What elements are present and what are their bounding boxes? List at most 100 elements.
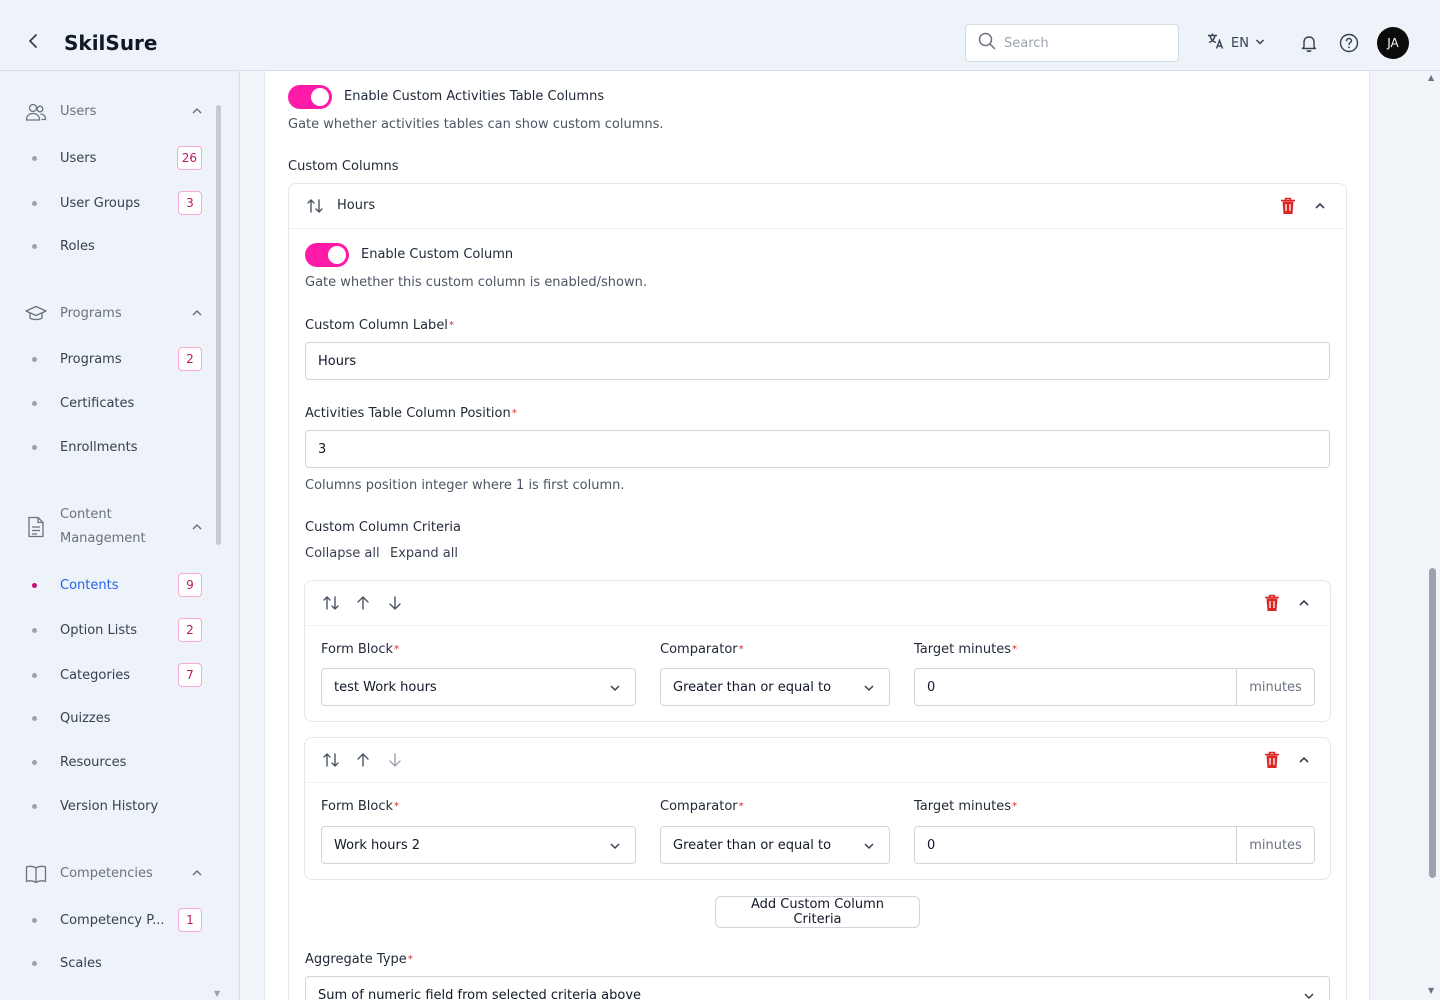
comparator-select[interactable]: Greater than or equal to — [660, 668, 890, 706]
form-block-select[interactable]: Work hours 2 — [321, 826, 636, 864]
comparator-label: Comparator* — [660, 798, 744, 816]
input-value: 0 — [927, 837, 936, 853]
app-title: SkilSure — [64, 31, 158, 55]
sidebar-group-label: Programs — [60, 306, 122, 321]
sidebar-item-competency-profiles[interactable]: Competency P... 1 — [32, 908, 204, 932]
trash-icon[interactable] — [1278, 196, 1298, 216]
expand-all-button[interactable]: Expand all — [390, 546, 458, 561]
sidebar-item-certificates[interactable]: Certificates — [32, 391, 204, 415]
sidebar-scrollbar[interactable] — [216, 105, 221, 545]
arrow-down-icon[interactable] — [385, 593, 405, 613]
column-position-input[interactable]: 3 — [305, 430, 1330, 468]
field-label-text: Custom Column Label — [305, 318, 448, 333]
target-minutes-label: Target minutes* — [914, 641, 1017, 659]
help-icon[interactable] — [1337, 31, 1361, 55]
page-scrollbar[interactable]: ▲ ▼ — [1425, 71, 1440, 1000]
sidebar-item-contents[interactable]: Contents 9 — [32, 573, 204, 597]
custom-column-header: Hours — [289, 184, 1346, 229]
input-value: 0 — [927, 679, 936, 695]
sidebar-item-categories[interactable]: Categories 7 — [32, 663, 204, 687]
bullet-dot — [32, 803, 37, 809]
field-label-text: Form Block — [321, 799, 394, 814]
sidebar-item-user-groups[interactable]: User Groups 3 — [32, 191, 204, 215]
sidebar-item-label: Resources — [60, 754, 127, 770]
bullet-dot — [32, 672, 37, 678]
search-box[interactable] — [965, 24, 1179, 62]
bell-icon[interactable] — [1297, 31, 1321, 55]
group-label-line1: Content — [60, 507, 112, 522]
top-header: SkilSure EN JA — [0, 0, 1440, 71]
sidebar-item-label: Categories — [60, 667, 131, 683]
chevron-up-icon[interactable] — [1310, 196, 1330, 216]
scrollbar-thumb[interactable] — [1429, 568, 1436, 878]
chevron-down-icon — [864, 843, 874, 850]
sidebar-group-programs[interactable]: Programs — [24, 302, 204, 326]
scroll-down-arrow-icon[interactable]: ▼ — [1428, 986, 1434, 995]
field-label-text: Form Block — [321, 642, 394, 657]
chevron-up-icon[interactable] — [1294, 593, 1314, 613]
required-asterisk: * — [448, 320, 454, 331]
sidebar-item-label: Competency P... — [60, 912, 165, 928]
scroll-up-arrow-icon[interactable]: ▲ — [1428, 73, 1434, 82]
chevron-up-icon[interactable] — [190, 520, 204, 534]
sidebar-group-label: Content Management — [60, 503, 146, 551]
sidebar-item-enrollments[interactable]: Enrollments — [32, 435, 204, 459]
comparator-select[interactable]: Greater than or equal to — [660, 826, 890, 864]
chevron-down-icon — [610, 685, 620, 692]
column-position-help: Columns position integer where 1 is firs… — [305, 478, 625, 493]
custom-column-card: Hours Enable Custom Column Gate whether … — [288, 183, 1347, 1000]
bullet-dot — [32, 444, 37, 450]
aggregate-type-select[interactable]: Sum of numeric field from selected crite… — [305, 976, 1330, 1000]
sidebar-item-version-history[interactable]: Version History — [32, 794, 204, 818]
scroll-down-arrow-icon[interactable]: ▼ — [214, 989, 220, 998]
chevron-up-icon[interactable] — [190, 866, 204, 880]
trash-icon[interactable] — [1262, 750, 1282, 770]
sidebar-item-option-lists[interactable]: Option Lists 2 — [32, 618, 204, 642]
sidebar-item-roles[interactable]: Roles — [32, 234, 204, 258]
user-avatar[interactable]: JA — [1377, 27, 1409, 59]
sidebar-item-scales[interactable]: Scales — [32, 951, 204, 975]
field-label-text: Aggregate Type — [305, 952, 407, 967]
bullet-dot — [32, 715, 37, 721]
column-label-input[interactable]: Hours — [305, 342, 1330, 380]
sidebar-item-label: Contents — [60, 577, 119, 593]
group-label-line2: Management — [60, 531, 146, 546]
back-arrow-icon[interactable] — [22, 30, 44, 52]
sidebar-item-users[interactable]: Users 26 — [32, 146, 204, 170]
chevron-up-icon[interactable] — [1294, 750, 1314, 770]
sidebar-item-resources[interactable]: Resources — [32, 750, 204, 774]
sidebar-group-content-management[interactable]: Content Management — [24, 503, 204, 551]
enable-custom-column-toggle[interactable] — [305, 243, 349, 267]
drag-sort-icon[interactable] — [305, 196, 325, 216]
sidebar-group-competencies[interactable]: Competencies — [24, 862, 204, 886]
trash-icon[interactable] — [1262, 593, 1282, 613]
sidebar-item-quizzes[interactable]: Quizzes — [32, 706, 204, 730]
count-badge: 3 — [178, 191, 202, 215]
enable-custom-columns-toggle[interactable] — [288, 85, 332, 109]
bullet-dot — [32, 200, 37, 206]
collapse-all-button[interactable]: Collapse all — [305, 546, 380, 561]
sidebar-item-label: Option Lists — [60, 622, 138, 638]
bullet-dot — [32, 582, 37, 588]
language-selector[interactable]: EN — [1207, 31, 1265, 55]
drag-sort-icon[interactable] — [321, 750, 341, 770]
target-minutes-input[interactable]: 0 minutes — [914, 826, 1315, 864]
add-criteria-button[interactable]: Add Custom Column Criteria — [715, 896, 920, 928]
arrow-up-icon[interactable] — [353, 750, 373, 770]
form-block-select[interactable]: test Work hours — [321, 668, 636, 706]
language-label: EN — [1231, 35, 1249, 51]
enable-custom-columns-label: Enable Custom Activities Table Columns — [344, 89, 605, 104]
sidebar-item-label: Enrollments — [60, 439, 138, 455]
sidebar-group-users[interactable]: Users — [24, 100, 204, 124]
arrow-up-icon[interactable] — [353, 593, 373, 613]
target-minutes-input[interactable]: 0 minutes — [914, 668, 1315, 706]
chevron-up-icon[interactable] — [190, 104, 204, 118]
drag-sort-icon[interactable] — [321, 593, 341, 613]
bullet-dot — [32, 917, 37, 923]
sidebar-item-programs[interactable]: Programs 2 — [32, 347, 204, 371]
comparator-label: Comparator* — [660, 641, 744, 659]
field-label-text: Comparator — [660, 799, 738, 814]
search-input[interactable] — [1004, 35, 1164, 51]
chevron-up-icon[interactable] — [190, 306, 204, 320]
required-asterisk: * — [394, 644, 400, 655]
